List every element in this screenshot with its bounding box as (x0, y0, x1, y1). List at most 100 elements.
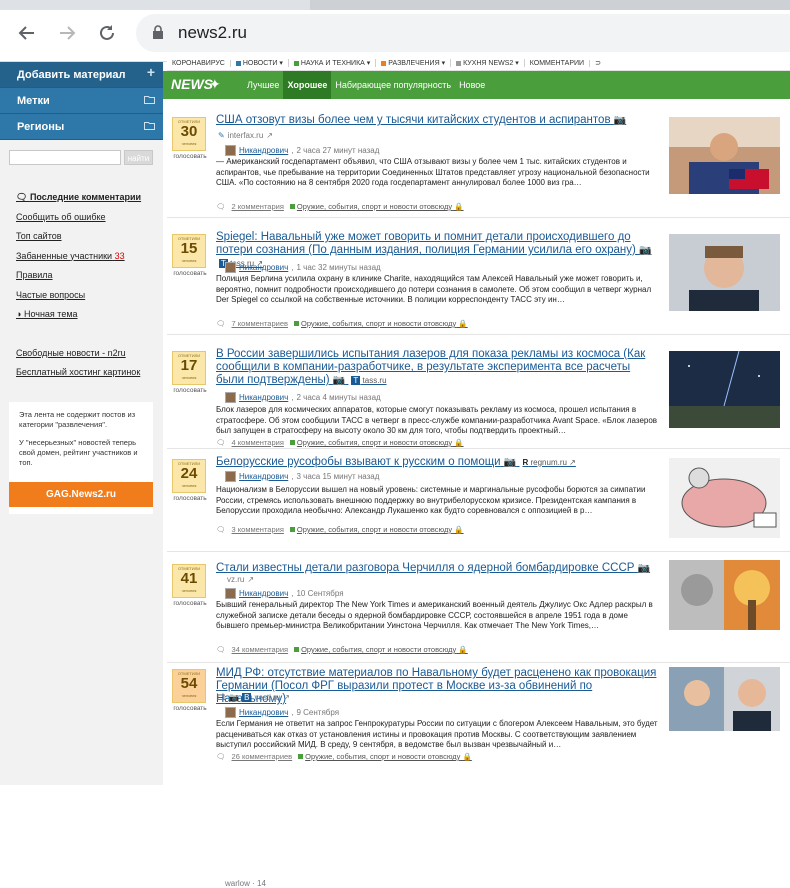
comments-link[interactable]: 2 комментария (232, 202, 284, 211)
note-text-2: У "несерьезных" новостей теперь свой дом… (19, 438, 138, 467)
back-icon[interactable] (14, 20, 40, 46)
category-link[interactable]: Оружие, события, спорт и новости отовсюд… (289, 202, 464, 211)
avatar[interactable] (225, 392, 236, 403)
faq-link[interactable]: Частые вопросы (16, 290, 161, 310)
post-title[interactable]: США отзовут визы более чем у тысячи кита… (216, 114, 661, 127)
category-link[interactable]: Оружие, события, спорт и новости отовсюд… (289, 438, 464, 447)
author-link[interactable]: Никандрович (239, 393, 288, 402)
post-source[interactable]: T tass.ru (351, 376, 387, 385)
post-source[interactable]: ✎ interfax.ru ↗ (218, 131, 273, 140)
tab-good[interactable]: Хорошее (283, 71, 332, 99)
vote-counter[interactable]: ОТМЕТИЛИ 30 человек (172, 117, 206, 151)
banned-users-link[interactable]: Забаненные участники 33 (16, 251, 161, 271)
nav-news[interactable]: НОВОСТИ ▾ (231, 59, 289, 67)
post-source[interactable]: 🎞 📷 Вvesti.ru ↗ (216, 693, 290, 702)
post-title[interactable]: Белорусские русофобы взывают к русским о… (216, 456, 661, 469)
vote-link[interactable]: голосовать (172, 600, 208, 607)
post-thumbnail[interactable] (669, 458, 780, 538)
post-source[interactable]: vz.ru ↗ (227, 575, 254, 584)
post-source[interactable]: R regnum.ru ↗ (522, 458, 575, 467)
tab-trending[interactable]: Набирающее популярность (331, 71, 455, 99)
post-thumbnail[interactable] (669, 117, 780, 194)
image-hosting-link[interactable]: Бесплатный хостинг картинок (16, 367, 161, 387)
regions-button[interactable]: Регионы (0, 114, 163, 140)
nav-science[interactable]: НАУКА И ТЕХНИКА ▾ (289, 59, 377, 67)
post-title[interactable]: Стали известны детали разговора Черчилля… (216, 562, 661, 575)
post-body: Бывший генеральный директор The New York… (216, 600, 653, 630)
vote-link[interactable]: голосовать (172, 153, 208, 160)
author-link[interactable]: Никандрович (239, 589, 288, 598)
post-time: 2 часа 27 минут назад (296, 146, 380, 155)
category-link[interactable]: Оружие, события, спорт и новости отовсюд… (294, 645, 468, 654)
tags-button[interactable]: Метки (0, 88, 163, 114)
report-error-link[interactable]: Сообщить об ошибке (16, 212, 161, 232)
search-input[interactable] (9, 150, 121, 165)
category-link[interactable]: Оружие, события, спорт и новости отовсюд… (289, 525, 464, 534)
address-bar[interactable]: news2.ru (136, 14, 790, 52)
add-material-button[interactable]: Добавить материал + (0, 62, 163, 88)
vote-link[interactable]: голосовать (172, 705, 208, 712)
tab-new[interactable]: Новое (455, 71, 489, 99)
vote-counter[interactable]: ОТМЕТИЛИ 15 человек (172, 234, 206, 268)
rss-icon[interactable]: ⊃ (590, 59, 606, 67)
avatar[interactable] (225, 588, 236, 599)
vote-counter[interactable]: ОТМЕТИЛИ 24 человек (172, 459, 206, 493)
avatar[interactable] (225, 145, 236, 156)
camera-icon: 📷 (637, 563, 651, 574)
vote-counter[interactable]: ОТМЕТИЛИ 41 человек (172, 564, 206, 598)
regnum-icon: R (522, 458, 529, 467)
avatar[interactable] (225, 707, 236, 718)
avatar[interactable] (225, 262, 236, 273)
site-logo[interactable]: NEWS (171, 76, 213, 92)
vote-link[interactable]: голосовать (172, 270, 208, 277)
avatar[interactable] (225, 471, 236, 482)
browser-tab[interactable] (310, 0, 790, 10)
post-meta: Никандрович, 1 час 32 минуты назад (225, 262, 381, 273)
author-link[interactable]: Никандрович (239, 708, 288, 717)
post-title[interactable]: В России завершились испытания лазеров д… (216, 348, 661, 387)
post-time: 9 Сентября (296, 708, 340, 717)
tab-best[interactable]: Лучшее (243, 71, 283, 99)
comments-link[interactable]: 7 комментариев (232, 319, 288, 328)
post-thumbnail[interactable] (669, 667, 780, 731)
nav-entertainment[interactable]: РАЗВЛЕЧЕНИЯ ▾ (376, 59, 452, 67)
vote-link[interactable]: голосовать (172, 387, 208, 394)
vote-link[interactable]: голосовать (172, 495, 208, 502)
search-button[interactable]: найти (124, 150, 153, 165)
author-link[interactable]: Никандрович (239, 263, 288, 272)
post-meta: Никандрович, 9 Сентября (225, 707, 339, 718)
author-link[interactable]: Никандрович (239, 146, 288, 155)
rules-link[interactable]: Правила (16, 270, 161, 290)
camera-icon: 📷 (503, 457, 517, 468)
post-time: 10 Сентября (296, 589, 344, 598)
comments-link[interactable]: 3 комментария (232, 525, 284, 534)
category-link[interactable]: Оружие, события, спорт и новости отовсюд… (298, 752, 472, 761)
nav-kitchen[interactable]: КУХНЯ NEWS2 ▾ (451, 59, 525, 67)
free-news-link[interactable]: Свободные новости - n2ru (16, 348, 161, 368)
post-thumbnail[interactable] (669, 234, 780, 311)
night-theme-link[interactable]: ◑ Ночная тема (16, 309, 161, 329)
last-comments-link[interactable]: 🗨 Последние комментарии (16, 192, 161, 212)
post-body: Национализм в Белоруссии вышел на новый … (216, 485, 646, 515)
vote-counter[interactable]: ОТМЕТИЛИ 17 человек (172, 351, 206, 385)
gag-button[interactable]: GAG.News2.ru (9, 482, 153, 507)
comments-link[interactable]: 34 комментария (232, 645, 289, 654)
news-post: ОТМЕТИЛИ 15 человек голосовать Spiegel: На… (167, 218, 790, 335)
post-meta: Никандрович, 3 часа 15 минут назад (225, 471, 379, 482)
nav-coronavirus[interactable]: КОРОНАВИРУС (167, 59, 231, 67)
author-link[interactable]: Никандрович (239, 472, 288, 481)
vote-counter[interactable]: ОТМЕТИЛИ 54 человек (172, 669, 206, 703)
category-link[interactable]: Оружие, события, спорт и новости отовсюд… (294, 319, 468, 328)
contrast-icon: ◑ (16, 309, 22, 319)
green-tab-bar: NEWS ✦ Лучшее Хорошее Набирающее популяр… (163, 71, 790, 99)
nav-comments[interactable]: КОММЕНТАРИИ (525, 59, 591, 67)
comments-link[interactable]: 26 комментариев (232, 752, 293, 761)
reload-icon[interactable] (94, 20, 120, 46)
top-sites-link[interactable]: Топ сайтов (16, 231, 161, 251)
comments-link[interactable]: 4 комментария (232, 438, 284, 447)
post-thumbnail[interactable] (669, 351, 780, 428)
post-thumbnail[interactable] (669, 560, 780, 630)
comments-icon: 🗨 (216, 525, 226, 534)
forward-icon[interactable] (54, 20, 80, 46)
add-material-label: Добавить материал (17, 69, 126, 81)
